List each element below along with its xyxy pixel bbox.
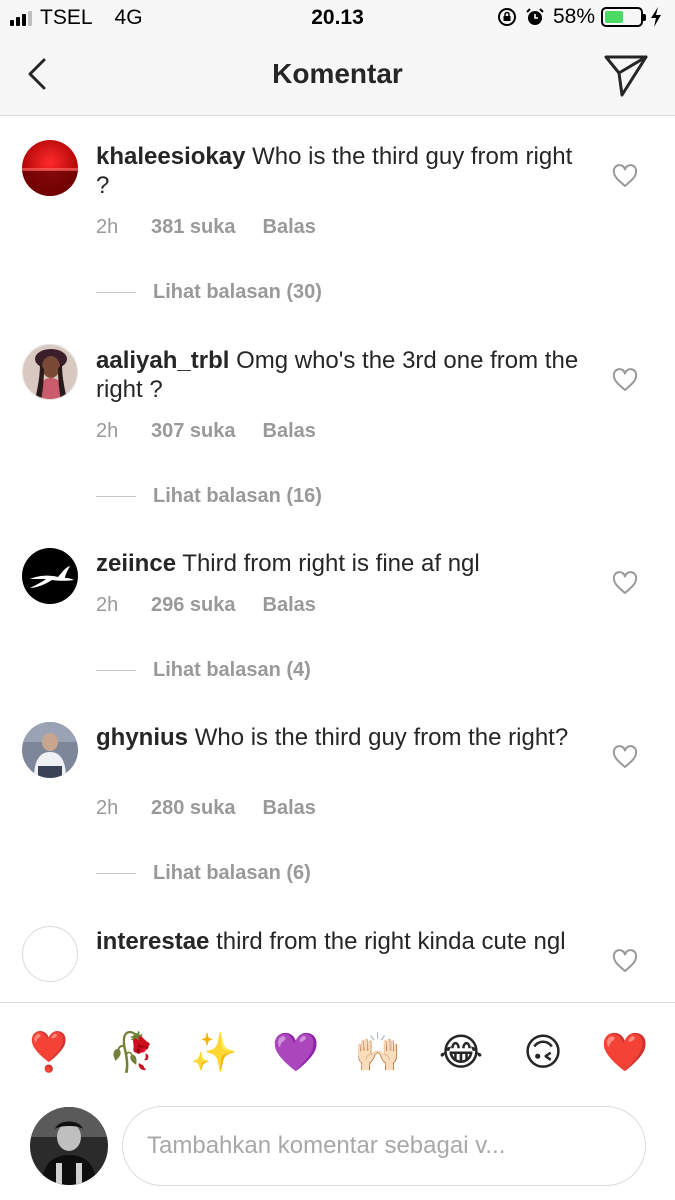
view-replies-label: Lihat balasan (16) bbox=[153, 485, 322, 507]
emoji-raising-hands[interactable]: 🙌🏻 bbox=[353, 1027, 403, 1077]
comment-time: 2h bbox=[96, 420, 119, 442]
comment-item: aaliyah_trbl Omg who's the 3rd one from … bbox=[0, 344, 675, 514]
comment-text: ghynius Who is the third guy from the ri… bbox=[96, 723, 591, 752]
comment-likes[interactable]: 296 suka bbox=[151, 594, 236, 617]
reply-button[interactable]: Balas bbox=[263, 594, 316, 617]
comment-time: 2h bbox=[96, 594, 119, 616]
divider-line bbox=[96, 873, 136, 874]
emoji-purple-heart[interactable]: 💜 bbox=[271, 1027, 321, 1077]
comment-time: 2h bbox=[96, 797, 119, 819]
comment-likes[interactable]: 280 suka bbox=[151, 797, 236, 820]
avatar[interactable] bbox=[22, 140, 78, 196]
comment-likes[interactable]: 307 suka bbox=[151, 420, 236, 443]
like-heart-icon[interactable] bbox=[612, 164, 638, 188]
divider-line bbox=[96, 670, 136, 671]
emoji-wilted-flower[interactable]: 🥀 bbox=[107, 1027, 157, 1077]
comment-username[interactable]: ghynius bbox=[96, 724, 188, 751]
comment-composer bbox=[0, 1098, 675, 1200]
view-replies-button[interactable]: Lihat balasan (6) bbox=[96, 862, 311, 885]
view-replies-button[interactable]: Lihat balasan (30) bbox=[96, 281, 322, 304]
comment-item: interestae third from the right kinda cu… bbox=[0, 925, 675, 1002]
emoji-tears-of-joy[interactable]: 😂 bbox=[436, 1027, 486, 1077]
comment-text: khaleesiokay Who is the third guy from r… bbox=[96, 142, 591, 200]
comment-text: interestae third from the right kinda cu… bbox=[96, 927, 591, 956]
comment-item: ghynius Who is the third guy from the ri… bbox=[0, 721, 675, 891]
reply-button[interactable]: Balas bbox=[263, 420, 316, 443]
comment-text: aaliyah_trbl Omg who's the 3rd one from … bbox=[96, 346, 591, 404]
comment-meta: 2h 381 suka Balas bbox=[96, 216, 316, 239]
charging-bolt-icon bbox=[649, 7, 663, 27]
comment-username[interactable]: zeiince bbox=[96, 550, 176, 577]
emoji-heart-exclamation[interactable]: ❣️ bbox=[24, 1027, 74, 1077]
status-bar: TSEL 4G 20.13 58% bbox=[0, 0, 675, 38]
reply-button[interactable]: Balas bbox=[263, 797, 316, 820]
view-replies-button[interactable]: Lihat balasan (16) bbox=[96, 485, 322, 508]
alarm-icon bbox=[525, 7, 545, 27]
emoji-sparkles[interactable]: ✨ bbox=[189, 1027, 239, 1077]
comment-input[interactable] bbox=[122, 1106, 646, 1186]
navigation-bar: Komentar bbox=[0, 38, 675, 116]
rotation-lock-icon bbox=[497, 7, 517, 27]
like-heart-icon[interactable] bbox=[612, 745, 638, 769]
comment-item: khaleesiokay Who is the third guy from r… bbox=[0, 140, 675, 310]
comment-text: zeiince Third from right is fine af ngl bbox=[96, 549, 591, 578]
divider-line bbox=[96, 292, 136, 293]
comment-meta: 2h 307 suka Balas bbox=[96, 420, 316, 443]
avatar[interactable] bbox=[22, 722, 78, 778]
comment-likes[interactable]: 381 suka bbox=[151, 216, 236, 239]
comment-username[interactable]: khaleesiokay bbox=[96, 143, 245, 170]
status-right: 58% bbox=[497, 5, 663, 29]
comment-time: 2h bbox=[96, 216, 119, 238]
comment-meta: 2h 296 suka Balas bbox=[96, 594, 316, 617]
comment-username[interactable]: interestae bbox=[96, 928, 209, 955]
avatar[interactable] bbox=[22, 548, 78, 604]
avatar[interactable] bbox=[22, 926, 78, 982]
battery-percent: 58% bbox=[552, 5, 595, 28]
like-heart-icon[interactable] bbox=[612, 571, 638, 595]
like-heart-icon[interactable] bbox=[612, 368, 638, 392]
view-replies-label: Lihat balasan (30) bbox=[153, 281, 322, 303]
like-heart-icon[interactable] bbox=[612, 949, 638, 973]
emoji-upside-down-face[interactable]: 🙃 bbox=[518, 1027, 568, 1077]
reply-button[interactable]: Balas bbox=[263, 216, 316, 239]
emoji-quick-bar: ❣️ 🥀 ✨ 💜 🙌🏻 😂 🙃 ❤️ bbox=[0, 1002, 675, 1098]
divider-line bbox=[96, 496, 136, 497]
emoji-red-heart[interactable]: ❤️ bbox=[600, 1027, 650, 1077]
comment-username[interactable]: aaliyah_trbl bbox=[96, 347, 229, 374]
comment-body: Third from right is fine af ngl bbox=[182, 550, 480, 577]
view-replies-label: Lihat balasan (4) bbox=[153, 659, 311, 681]
avatar[interactable] bbox=[30, 1107, 108, 1185]
view-replies-label: Lihat balasan (6) bbox=[153, 862, 311, 884]
view-replies-button[interactable]: Lihat balasan (4) bbox=[96, 659, 311, 682]
comment-item: zeiince Third from right is fine af ngl … bbox=[0, 547, 675, 697]
avatar[interactable] bbox=[22, 344, 78, 400]
comment-body: Who is the third guy from the right? bbox=[194, 724, 569, 751]
battery-icon bbox=[601, 7, 646, 27]
page-title: Komentar bbox=[272, 58, 403, 89]
send-direct-icon[interactable] bbox=[603, 52, 649, 98]
comment-body: third from the right kinda cute ngl bbox=[216, 928, 566, 955]
comment-meta: 2h 280 suka Balas bbox=[96, 797, 316, 820]
